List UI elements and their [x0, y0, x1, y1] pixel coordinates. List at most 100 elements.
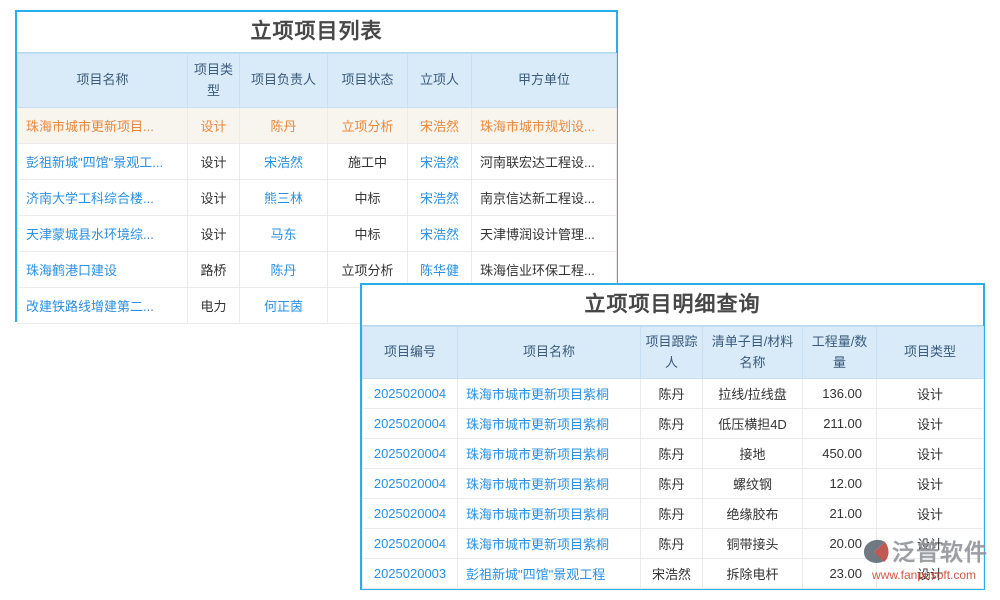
project-type-cell: 设计 — [877, 469, 984, 499]
project-type-cell: 设计 — [877, 529, 984, 559]
col-header-project-manager: 项目负责人 — [240, 54, 328, 108]
col-header-project-status: 项目状态 — [328, 54, 408, 108]
tracker-cell: 陈丹 — [641, 439, 703, 469]
client-unit-cell: 珠海市城市规划设... — [472, 108, 617, 144]
material-cell: 接地 — [703, 439, 803, 469]
project-list-panel: 立项项目列表 项目名称 项目类型 项目负责人 项目状态 立项人 甲方单位 珠海市… — [15, 10, 618, 322]
col-header-material-name: 清单子目/材料名称 — [703, 327, 803, 379]
detail-row[interactable]: 2025020003 彭祖新城"四馆"景观工程 宋浩然 拆除电杆 23.00 设… — [363, 559, 984, 589]
project-code-link[interactable]: 2025020004 — [363, 409, 458, 439]
project-code-link[interactable]: 2025020003 — [363, 559, 458, 589]
project-name-link[interactable]: 珠海市城市更新项目紫桐 — [458, 379, 641, 409]
creator-link[interactable]: 宋浩然 — [408, 216, 472, 252]
project-status-cell: 施工中 — [328, 144, 408, 180]
project-code-link[interactable]: 2025020004 — [363, 379, 458, 409]
project-code-link[interactable]: 2025020004 — [363, 529, 458, 559]
project-name-link[interactable]: 珠海市城市更新项目紫桐 — [458, 529, 641, 559]
project-row[interactable]: 济南大学工科综合楼... 设计 熊三林 中标 宋浩然 南京信达新工程设... — [18, 180, 617, 216]
material-cell: 绝缘胶布 — [703, 499, 803, 529]
project-name-link[interactable]: 珠海市城市更新项目紫桐 — [458, 499, 641, 529]
quantity-cell: 21.00 — [803, 499, 877, 529]
project-type-cell: 路桥 — [188, 252, 240, 288]
project-name-link[interactable]: 彭祖新城"四馆"景观工... — [18, 144, 188, 180]
tracker-cell: 陈丹 — [641, 529, 703, 559]
quantity-cell: 20.00 — [803, 529, 877, 559]
project-manager-link[interactable]: 宋浩然 — [240, 144, 328, 180]
project-type-cell: 设计 — [877, 439, 984, 469]
quantity-cell: 12.00 — [803, 469, 877, 499]
col-header-project-type: 项目类型 — [877, 327, 984, 379]
col-header-quantity: 工程量/数量 — [803, 327, 877, 379]
detail-row[interactable]: 2025020004 珠海市城市更新项目紫桐 陈丹 铜带接头 20.00 设计 — [363, 529, 984, 559]
project-name-link[interactable]: 珠海鹤港口建设 — [18, 252, 188, 288]
tracker-cell: 陈丹 — [641, 379, 703, 409]
project-detail-table: 项目编号 项目名称 项目跟踪人 清单子目/材料名称 工程量/数量 项目类型 20… — [362, 326, 984, 589]
quantity-cell: 136.00 — [803, 379, 877, 409]
project-code-link[interactable]: 2025020004 — [363, 469, 458, 499]
col-header-project-type: 项目类型 — [188, 54, 240, 108]
col-header-project-name: 项目名称 — [18, 54, 188, 108]
creator-link[interactable]: 宋浩然 — [408, 144, 472, 180]
project-name-link[interactable]: 珠海市城市更新项目紫桐 — [458, 439, 641, 469]
project-type-cell: 设计 — [877, 379, 984, 409]
detail-row[interactable]: 2025020004 珠海市城市更新项目紫桐 陈丹 绝缘胶布 21.00 设计 — [363, 499, 984, 529]
project-code-link[interactable]: 2025020004 — [363, 439, 458, 469]
project-row[interactable]: 彭祖新城"四馆"景观工... 设计 宋浩然 施工中 宋浩然 河南联宏达工程设..… — [18, 144, 617, 180]
tracker-cell: 陈丹 — [641, 409, 703, 439]
client-unit-cell: 天津博润设计管理... — [472, 216, 617, 252]
tracker-cell: 宋浩然 — [641, 559, 703, 589]
col-header-tracker: 项目跟踪人 — [641, 327, 703, 379]
detail-row[interactable]: 2025020004 珠海市城市更新项目紫桐 陈丹 低压横担4D 211.00 … — [363, 409, 984, 439]
project-row[interactable]: 珠海市城市更新项目... 设计 陈丹 立项分析 宋浩然 珠海市城市规划设... — [18, 108, 617, 144]
project-name-link[interactable]: 彭祖新城"四馆"景观工程 — [458, 559, 641, 589]
project-row[interactable]: 天津蒙城县水环境综... 设计 马东 中标 宋浩然 天津博润设计管理... — [18, 216, 617, 252]
client-unit-cell: 河南联宏达工程设... — [472, 144, 617, 180]
creator-link[interactable]: 宋浩然 — [408, 108, 472, 144]
quantity-cell: 450.00 — [803, 439, 877, 469]
material-cell: 低压横担4D — [703, 409, 803, 439]
project-status-cell: 中标 — [328, 180, 408, 216]
project-name-link[interactable]: 珠海市城市更新项目紫桐 — [458, 409, 641, 439]
project-type-cell: 设计 — [188, 216, 240, 252]
project-name-link[interactable]: 珠海市城市更新项目... — [18, 108, 188, 144]
project-type-cell: 设计 — [877, 559, 984, 589]
project-detail-title: 立项项目明细查询 — [362, 285, 983, 326]
project-detail-panel: 立项项目明细查询 项目编号 项目名称 项目跟踪人 清单子目/材料名称 工程量/数… — [360, 283, 985, 590]
detail-row[interactable]: 2025020004 珠海市城市更新项目紫桐 陈丹 拉线/拉线盘 136.00 … — [363, 379, 984, 409]
project-manager-link[interactable]: 陈丹 — [240, 252, 328, 288]
project-type-cell: 设计 — [877, 409, 984, 439]
project-type-cell: 设计 — [877, 499, 984, 529]
project-type-cell: 设计 — [188, 144, 240, 180]
quantity-cell: 211.00 — [803, 409, 877, 439]
tracker-cell: 陈丹 — [641, 499, 703, 529]
project-manager-link[interactable]: 熊三林 — [240, 180, 328, 216]
creator-link[interactable]: 宋浩然 — [408, 180, 472, 216]
project-status-cell: 立项分析 — [328, 108, 408, 144]
col-header-client-unit: 甲方单位 — [472, 54, 617, 108]
project-name-link[interactable]: 珠海市城市更新项目紫桐 — [458, 469, 641, 499]
project-status-cell: 中标 — [328, 216, 408, 252]
detail-row[interactable]: 2025020004 珠海市城市更新项目紫桐 陈丹 螺纹钢 12.00 设计 — [363, 469, 984, 499]
project-manager-link[interactable]: 马东 — [240, 216, 328, 252]
client-unit-cell: 南京信达新工程设... — [472, 180, 617, 216]
material-cell: 螺纹钢 — [703, 469, 803, 499]
project-code-link[interactable]: 2025020004 — [363, 499, 458, 529]
project-manager-link[interactable]: 陈丹 — [240, 108, 328, 144]
project-manager-link[interactable]: 何正茵 — [240, 288, 328, 324]
project-name-link[interactable]: 济南大学工科综合楼... — [18, 180, 188, 216]
material-cell: 拉线/拉线盘 — [703, 379, 803, 409]
quantity-cell: 23.00 — [803, 559, 877, 589]
col-header-project-code: 项目编号 — [363, 327, 458, 379]
project-name-link[interactable]: 天津蒙城县水环境综... — [18, 216, 188, 252]
project-list-title: 立项项目列表 — [17, 12, 616, 53]
material-cell: 拆除电杆 — [703, 559, 803, 589]
project-name-link[interactable]: 改建铁路线增建第二... — [18, 288, 188, 324]
col-header-creator: 立项人 — [408, 54, 472, 108]
project-detail-header-row: 项目编号 项目名称 项目跟踪人 清单子目/材料名称 工程量/数量 项目类型 — [363, 327, 984, 379]
detail-row[interactable]: 2025020004 珠海市城市更新项目紫桐 陈丹 接地 450.00 设计 — [363, 439, 984, 469]
material-cell: 铜带接头 — [703, 529, 803, 559]
project-type-cell: 设计 — [188, 108, 240, 144]
project-type-cell: 设计 — [188, 180, 240, 216]
project-type-cell: 电力 — [188, 288, 240, 324]
project-list-header-row: 项目名称 项目类型 项目负责人 项目状态 立项人 甲方单位 — [18, 54, 617, 108]
